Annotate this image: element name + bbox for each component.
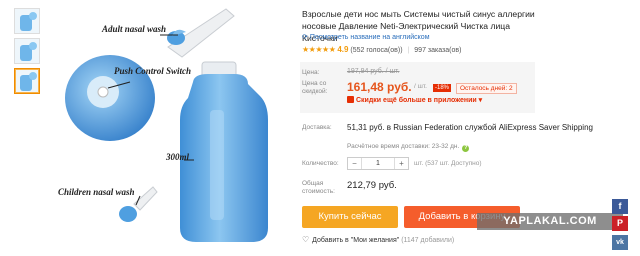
buy-now-button[interactable]: Купить сейчас	[302, 206, 398, 228]
translate-link[interactable]: ⟳ Посмотреть название на английском	[302, 33, 430, 41]
heart-icon: ♡	[302, 235, 310, 244]
total-label: Общая стоимость:	[302, 180, 335, 195]
vk-share-button[interactable]: vk	[612, 235, 628, 250]
callout-push: Push Control Switch	[114, 66, 192, 76]
discount-badge: -18%	[433, 84, 452, 92]
orders-count: 997 заказа(ов)	[414, 47, 462, 54]
quantity-label: Количество:	[302, 160, 339, 167]
wishlist-count: (1147 добавили)	[401, 237, 455, 244]
rating-votes[interactable]: (552 голоса(ов))	[350, 47, 402, 54]
translate-icon: ⟳	[302, 34, 308, 41]
app-promo-dropdown[interactable]: Скидки ещё больше в приложении ▾	[347, 96, 482, 104]
help-icon[interactable]: ?	[462, 145, 470, 152]
pinterest-share-button[interactable]: P	[612, 216, 628, 231]
callout-volume: 300ml	[166, 152, 190, 162]
divider: |	[407, 47, 410, 54]
delivery-time-text: Расчётное время доставки: 23-32 дн.	[347, 143, 460, 150]
thumbnail-strip	[14, 8, 44, 98]
thumbnail-active[interactable]	[14, 68, 40, 94]
wishlist-label: Добавить в "Мои желания"	[312, 237, 400, 244]
neti-pot-illustration	[65, 8, 268, 242]
sale-price: 161,48 руб.	[347, 80, 412, 94]
shipping-method[interactable]: 51,31 руб. в Russian Federation службой …	[347, 123, 593, 132]
app-icon	[347, 96, 354, 103]
old-price-label: Цена:	[302, 69, 320, 76]
rating-row: ★★★★★ 4.9 (552 голоса(ов)) | 997 заказа(…	[302, 45, 461, 54]
shipping-label: Доставка:	[302, 124, 332, 131]
star-rating-icon: ★★★★★	[302, 45, 336, 54]
wishlist-link[interactable]: ♡ Добавить в "Мои желания" (1147 добавили…	[302, 235, 454, 244]
stock-available: шт. (537 шт. Доступно)	[414, 160, 482, 167]
per-unit: / шт.	[414, 83, 427, 90]
quantity-input[interactable]: 1	[362, 158, 394, 169]
callout-children: Children nasal wash	[58, 187, 135, 197]
days-left-badge: Осталось дней: 2	[456, 83, 517, 94]
quantity-decrement-button[interactable]: −	[348, 158, 362, 169]
thumbnail[interactable]	[14, 8, 40, 34]
quantity-stepper: − 1 +	[347, 157, 409, 170]
app-promo-label: Скидки ещё больше в приложении ▾	[356, 97, 483, 104]
delivery-time: Расчётное время доставки: 23-32 дн.?	[347, 143, 470, 152]
watermark: YAPLAKAL.COM	[477, 213, 623, 230]
facebook-share-button[interactable]: f	[612, 199, 628, 214]
rating-value: 4.9	[337, 45, 349, 54]
product-image[interactable]: Adult nasal wash Push Control Switch 300…	[48, 0, 288, 256]
translate-label: Посмотреть название на английском	[309, 34, 430, 41]
quantity-increment-button[interactable]: +	[394, 158, 408, 169]
callout-adult: Adult nasal wash	[102, 24, 167, 34]
new-price-label: Цена со скидкой:	[302, 80, 328, 95]
total-price: 212,79 руб.	[347, 180, 397, 191]
thumbnail[interactable]	[14, 38, 40, 64]
old-price: 197,94 руб. / шт.	[347, 68, 400, 75]
